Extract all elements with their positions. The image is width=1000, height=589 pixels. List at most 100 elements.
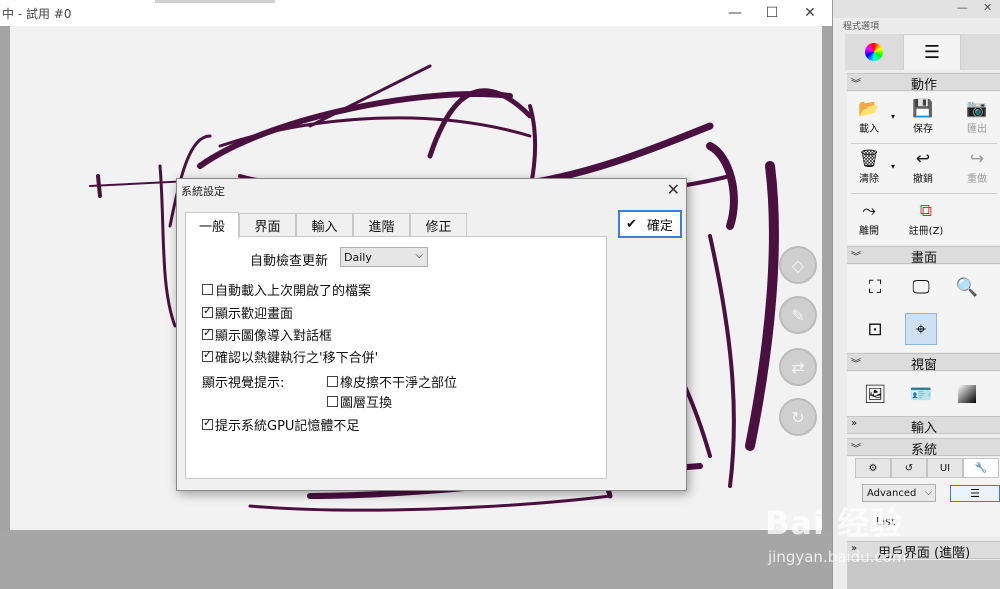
undo-small-icon: ↺ (904, 462, 914, 474)
exit-button[interactable]: ⤳ 離開 (847, 200, 891, 240)
checkbox[interactable] (327, 396, 338, 407)
crosshair-icon: ⌖ (915, 318, 927, 340)
advanced-mode-value: Advanced (867, 487, 917, 499)
monitor-icon: 🖵 (912, 276, 930, 298)
redo-label: 重做 (967, 174, 987, 185)
exit-icon: ⤳ (862, 201, 876, 221)
section-label: 動作 (910, 78, 937, 93)
fit-screen-icon: ⛶ (868, 276, 882, 298)
general-tab-panel: 自動檢查更新 Daily ⌵ 自動載入上次開啟了的檔案 顯示歡迎畫面 顯示圖像導… (185, 236, 607, 479)
tab-menu[interactable]: ☰ (903, 34, 961, 70)
option-import-dialog[interactable]: 顯示圖像導入對話框 (202, 325, 332, 344)
center-view-button[interactable]: ⌖ (905, 313, 937, 345)
tab-general[interactable]: 一般 (185, 212, 239, 238)
checkbox[interactable] (202, 284, 213, 295)
swap-tool-button[interactable]: ⇄ (779, 348, 817, 386)
divider (851, 143, 997, 144)
checkbox[interactable] (202, 304, 213, 318)
gradient-icon (958, 385, 976, 403)
fit-screen-button[interactable]: ⛶ (859, 271, 891, 303)
redo-circle-icon: ↻ (791, 407, 805, 427)
tab-interface[interactable]: 界面 (239, 213, 296, 237)
option-label: 自動載入上次開啟了的檔案 (215, 284, 372, 299)
ui-tab-label: UI (939, 462, 951, 474)
section-label: 視窗 (910, 358, 937, 373)
info-view-button[interactable]: 🪪 (905, 378, 937, 410)
update-frequency-select[interactable]: Daily ⌵ (340, 247, 428, 267)
system-tab-tools[interactable]: 🔧 (963, 458, 999, 478)
export-label: 匯出 (967, 124, 987, 135)
minimize-button[interactable]: — (724, 2, 746, 24)
checkbox[interactable] (327, 376, 338, 387)
ok-button[interactable]: ✔ 確定 (618, 210, 682, 238)
tab-advanced[interactable]: 進階 (353, 213, 410, 237)
divider (851, 193, 997, 194)
canvas-body: ⛶ 🖵 🔍 ⊡ ⌖ (847, 265, 1000, 352)
checkbox[interactable] (202, 326, 213, 340)
option-gpu-warning[interactable]: 提示系統GPU記憶體不足 (202, 415, 359, 434)
load-dropdown-icon[interactable]: ▾ (891, 112, 895, 121)
list-view-button[interactable]: ☰ (950, 485, 1000, 502)
option-welcome-screen[interactable]: 顯示歡迎畫面 (202, 303, 293, 322)
system-tab-ui[interactable]: UI (927, 458, 963, 478)
visual-hints-label: 顯示視覺提示: (202, 376, 285, 391)
panel-top-bar: — ✕ (833, 0, 1000, 18)
close-button[interactable]: ✕ (799, 2, 821, 24)
clear-dropdown-icon[interactable]: ▾ (891, 162, 895, 171)
center-dot-icon: ⊡ (867, 318, 883, 340)
panel-minimize-icon[interactable]: — (957, 1, 968, 14)
brush-tool-button[interactable]: ✎ (779, 296, 817, 334)
export-button[interactable]: 📷 匯出 (955, 98, 999, 138)
tab-fix[interactable]: 修正 (410, 213, 467, 237)
clear-label: 清除 (859, 174, 879, 185)
option-label: 橡皮擦不干淨之部位 (340, 376, 458, 391)
maximize-button[interactable]: ☐ (761, 2, 783, 24)
list-icon: ☰ (970, 487, 980, 500)
panel-close-icon[interactable]: ✕ (983, 1, 992, 14)
undo-button[interactable]: ↩ 撤銷 (901, 148, 945, 188)
section-view-header[interactable]: ︾ 視窗 (847, 353, 1000, 373)
redo-button[interactable]: ↪ 重做 (955, 148, 999, 188)
option-label: 顯示圖像導入對話框 (215, 329, 333, 344)
option-auto-load[interactable]: 自動載入上次開啟了的檔案 (202, 280, 371, 299)
magnifier-icon: 🔍 (955, 276, 979, 298)
wrench-icon: 🔧 (974, 462, 988, 474)
save-button[interactable]: 💾 保存 (901, 98, 945, 138)
option-confirm-merge[interactable]: 確認以熱鍵執行之'移下合併' (202, 347, 378, 366)
checkbox[interactable] (202, 416, 213, 430)
tab-color[interactable] (845, 34, 903, 70)
chevron-down-icon: ⌵ (925, 488, 932, 498)
zoom-button[interactable]: 🔍 (951, 271, 983, 303)
eraser-tool-button[interactable]: ◇ (779, 246, 817, 284)
section-input-header[interactable]: » 輸入 (847, 416, 1000, 436)
option-eraser-hint[interactable]: 橡皮擦不干淨之部位 (327, 372, 457, 391)
section-actions-header[interactable]: ︾ 動作 (847, 73, 1000, 93)
dialog-close-button[interactable]: ✕ (667, 180, 680, 199)
info-card-icon: 🪪 (909, 383, 933, 405)
tab-input[interactable]: 輸入 (296, 213, 353, 237)
redo-tool-button[interactable]: ↻ (779, 398, 817, 436)
section-label: 系統 (910, 443, 937, 458)
monitor-button[interactable]: 🖵 (905, 271, 937, 303)
brush-icon: ✎ (791, 305, 805, 325)
image-view-button[interactable]: 🖼 (859, 378, 891, 410)
system-settings-dialog: 系統設定 ✕ 一般 界面 輸入 進階 修正 自動檢查更新 Daily ⌵ 自動載… (176, 178, 687, 491)
eraser-icon: ◇ (791, 255, 805, 275)
camera-icon: 📷 (966, 99, 988, 119)
gradient-view-button[interactable] (951, 378, 983, 410)
clear-button[interactable]: 🗑 清除 (847, 148, 891, 188)
load-button[interactable]: 📂 載入 (847, 98, 891, 138)
actual-size-button[interactable]: ⊡ (859, 313, 891, 345)
exit-label: 離開 (859, 226, 879, 237)
system-tab-undo[interactable]: ↺ (891, 458, 927, 478)
register-button[interactable]: ⧉ 註冊(Z) (901, 200, 951, 240)
color-wheel-icon (865, 43, 883, 61)
section-system-header[interactable]: ︾ 系統 (847, 438, 1000, 458)
option-layer-swap[interactable]: 圖層互換 (327, 392, 392, 411)
update-check-label: 自動檢查更新 (250, 254, 329, 269)
panel-title: 程式選項 (843, 22, 880, 32)
section-canvas-header[interactable]: ︾ 畫面 (847, 246, 1000, 266)
system-tab-settings[interactable]: ⚙ (855, 458, 891, 478)
checkbox[interactable] (202, 348, 213, 362)
title-bar: 中 - 試用 #0 — ☐ ✕ (0, 0, 832, 26)
